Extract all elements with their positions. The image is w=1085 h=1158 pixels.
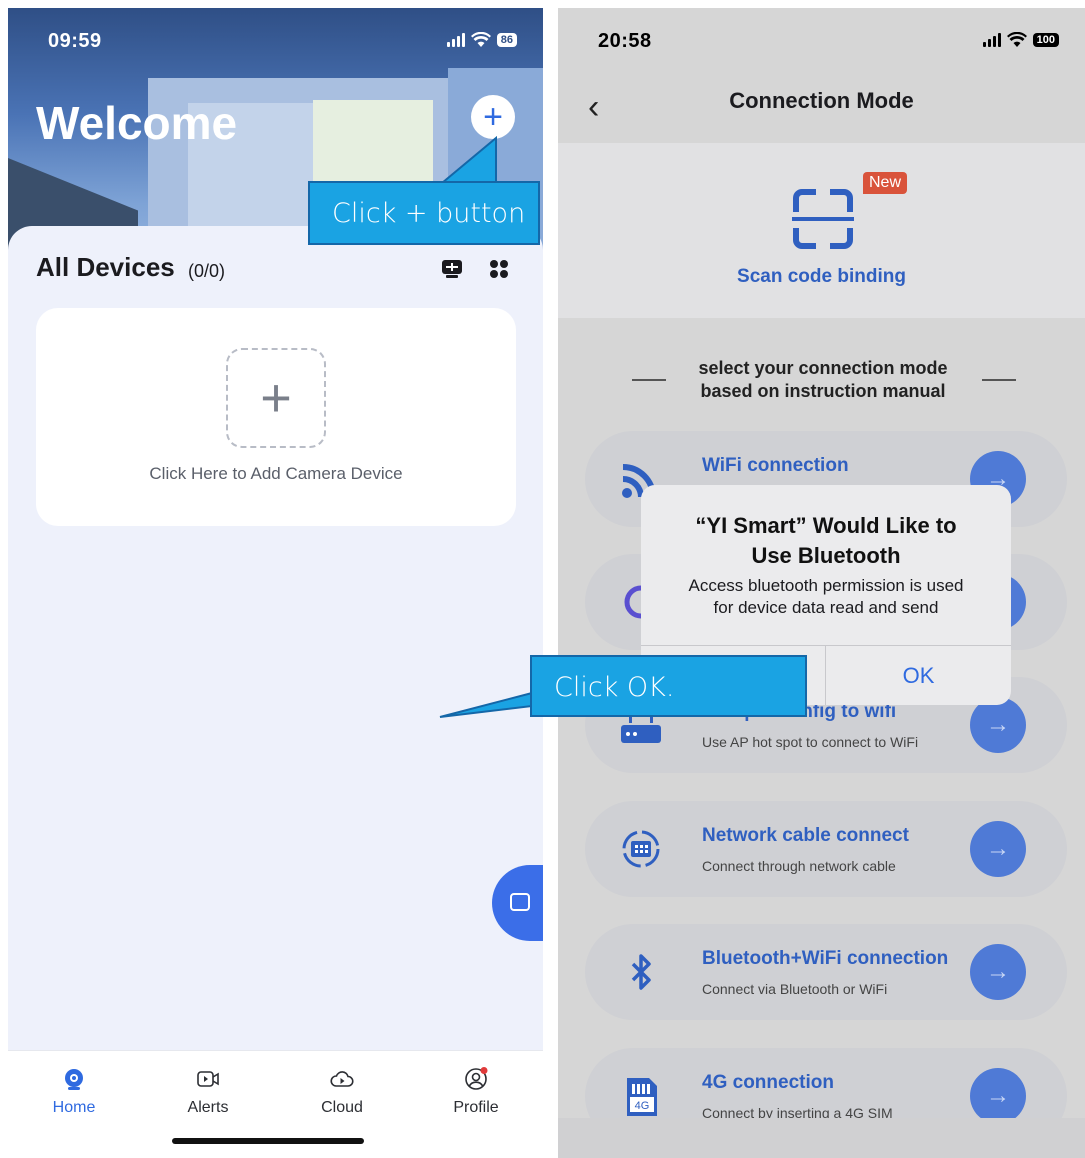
tab-profile[interactable]: Profile xyxy=(426,1067,526,1117)
connection-mode-screen: 20:58 100 ‹ Connection Mode New Scan cod… xyxy=(558,8,1085,1158)
arrow-right-icon[interactable]: → xyxy=(970,821,1026,877)
new-badge: New xyxy=(863,172,908,194)
mode-network-cable-subtitle: Connect through network cable xyxy=(702,858,896,874)
arrow-right-icon[interactable]: → xyxy=(970,1068,1026,1124)
plus-icon: + xyxy=(483,98,503,136)
profile-icon xyxy=(465,1067,488,1090)
battery-icon: 86 xyxy=(496,33,517,47)
arrow-right-icon[interactable]: → xyxy=(970,697,1026,753)
add-camera-plus-icon[interactable]: + xyxy=(226,348,326,448)
scan-frame-icon[interactable] xyxy=(790,186,856,252)
status-bar: 09:59 86 xyxy=(8,8,543,78)
tab-alerts[interactable]: Alerts xyxy=(158,1067,258,1117)
callout-plus-hint: Click + button xyxy=(308,181,540,245)
dialog-title: “YI Smart” Would Like to Use Bluetooth xyxy=(641,511,1011,571)
add-camera-label: Click Here to Add Camera Device xyxy=(149,464,403,483)
dialog-message-line-2: for device data read and send xyxy=(713,598,939,617)
mode-bluetooth-wifi-subtitle: Connect via Bluetooth or WiFi xyxy=(702,981,888,997)
mode-wifi-title: WiFi connection xyxy=(702,455,849,476)
instruction-text: select your connection mode based on ins… xyxy=(663,357,983,403)
battery-icon: 100 xyxy=(1032,33,1059,47)
callout-ok-hint: Click OK. xyxy=(530,655,807,717)
tab-profile-label: Profile xyxy=(453,1099,499,1116)
tab-cloud[interactable]: Cloud xyxy=(292,1067,392,1117)
dialog-title-line-1: “YI Smart” Would Like to xyxy=(695,513,957,538)
nav-title: Connection Mode xyxy=(729,88,914,113)
network-cable-icon xyxy=(622,830,660,868)
instruction-line-2: based on instruction manual xyxy=(700,381,946,401)
devices-count: (0/0) xyxy=(188,261,226,281)
grid-view-icon[interactable] xyxy=(488,259,510,279)
tab-home-label: Home xyxy=(52,1099,96,1116)
dialog-message-line-1: Access bluetooth permission is used xyxy=(688,576,964,595)
mode-network-cable[interactable]: Network cable connect Connect through ne… xyxy=(585,801,1067,897)
cloud-play-icon xyxy=(330,1071,354,1087)
mode-network-cable-title: Network cable connect xyxy=(702,825,909,846)
cellular-signal-icon xyxy=(982,33,1001,47)
dialog-ok-button[interactable]: OK xyxy=(826,646,1011,705)
mode-hotspot-subtitle: Use AP hot spot to connect to WiFi xyxy=(702,734,919,750)
mode-bluetooth-wifi-title: Bluetooth+WiFi connection xyxy=(702,948,949,969)
monitor-view-icon[interactable] xyxy=(441,259,463,279)
mode-bluetooth-wifi[interactable]: Bluetooth+WiFi connection Connect via Bl… xyxy=(585,924,1067,1020)
tab-cloud-label: Cloud xyxy=(321,1099,363,1116)
svg-text:4G: 4G xyxy=(635,1100,650,1112)
tab-alerts-label: Alerts xyxy=(187,1099,229,1116)
home-indicator xyxy=(172,1138,364,1144)
sim-4g-icon: 4G xyxy=(627,1078,657,1116)
status-time-right: 20:58 xyxy=(598,30,652,52)
chat-icon xyxy=(510,893,530,911)
status-bar-right: 20:58 100 xyxy=(558,8,1085,78)
mode-4g-title: 4G connection xyxy=(702,1072,834,1093)
video-alerts-icon xyxy=(197,1071,219,1087)
devices-title: All Devices xyxy=(36,252,175,282)
divider-right xyxy=(982,379,1016,381)
instruction-line-1: select your connection mode xyxy=(698,358,948,378)
status-time: 09:59 xyxy=(48,30,102,52)
arrow-right-icon[interactable]: → xyxy=(970,944,1026,1000)
divider-left xyxy=(632,379,666,381)
tab-home[interactable]: Home xyxy=(24,1067,124,1117)
wifi-status-icon xyxy=(470,32,491,47)
dialog-title-line-2: Use Bluetooth xyxy=(751,543,901,568)
dialog-message: Access bluetooth permission is used for … xyxy=(641,575,1011,619)
home-camera-icon xyxy=(65,1069,83,1090)
add-camera-card[interactable]: + Click Here to Add Camera Device xyxy=(36,308,516,526)
bottom-shade xyxy=(558,1118,1085,1158)
wifi-status-icon xyxy=(1006,32,1027,47)
cellular-signal-icon xyxy=(446,33,465,47)
page-title: Welcome xyxy=(36,97,238,149)
bluetooth-icon xyxy=(631,954,651,990)
add-device-button[interactable]: + xyxy=(471,95,515,139)
screenshot-root: 09:59 86 Welcome + All Devices (0/0) + C… xyxy=(0,0,1085,1158)
scan-code-label[interactable]: Scan code binding xyxy=(558,266,1085,288)
